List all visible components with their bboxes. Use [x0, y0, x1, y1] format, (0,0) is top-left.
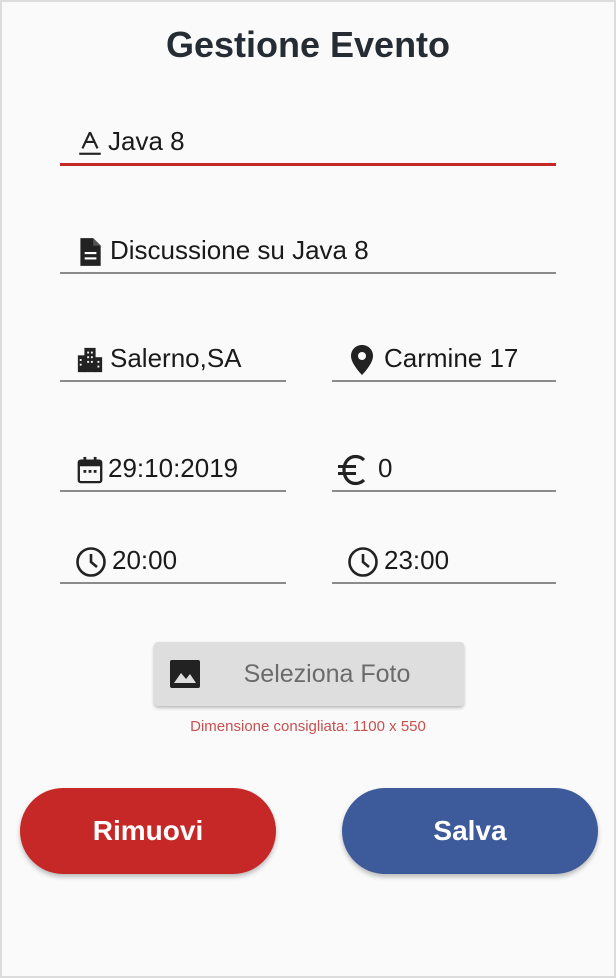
document-icon	[76, 236, 104, 268]
event-name-value: Java 8	[108, 126, 185, 156]
clock-icon	[74, 546, 108, 578]
select-photo-label: Seleziona Foto	[243, 659, 411, 688]
clock-icon	[346, 546, 380, 578]
text-format-icon	[76, 127, 104, 159]
calendar-icon	[76, 454, 104, 486]
event-end-time-value: 23:00	[384, 545, 450, 575]
event-price-value: 0	[378, 453, 393, 483]
event-name-field[interactable]: Java 8	[60, 126, 556, 166]
city-icon	[76, 344, 104, 376]
event-price-field[interactable]: 0	[332, 452, 556, 492]
photo-size-hint: Dimensione consigliata: 1100 x 550	[190, 718, 426, 735]
event-address-value: Carmine 17	[384, 343, 519, 373]
select-photo-button[interactable]: Seleziona Foto	[154, 642, 464, 706]
event-city-field[interactable]: Salerno,SA	[60, 342, 286, 382]
euro-icon	[336, 454, 370, 486]
remove-button[interactable]: Rimuovi	[20, 788, 276, 874]
event-date-value: 29:10:2019	[108, 453, 239, 483]
event-start-time-field[interactable]: 20:00	[60, 544, 286, 584]
event-address-field[interactable]: Carmine 17	[332, 342, 556, 382]
event-start-time-value: 20:00	[112, 545, 178, 575]
image-icon	[168, 657, 202, 691]
event-date-field[interactable]: 29:10:2019	[60, 452, 286, 492]
page-title: Gestione Evento	[165, 24, 451, 65]
event-description-value: Discussione su Java 8	[110, 235, 369, 265]
save-button[interactable]: Salva	[342, 788, 598, 874]
event-end-time-field[interactable]: 23:00	[332, 544, 556, 584]
event-description-field[interactable]: Discussione su Java 8	[60, 234, 556, 274]
app-screen: Gestione Evento Java 8 Discussione su Ja…	[2, 2, 614, 976]
event-city-value: Salerno,SA	[110, 343, 242, 373]
location-pin-icon	[348, 344, 376, 376]
